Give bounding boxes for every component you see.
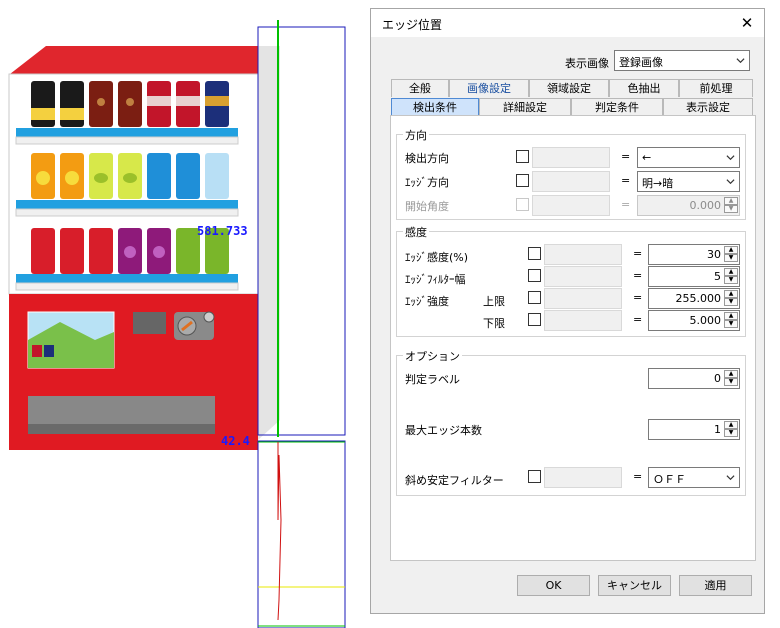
machine-roof <box>10 46 258 74</box>
start-angle-input[interactable]: 0.000 ▲ ▼ <box>637 195 740 216</box>
tab-image-settings[interactable]: 画像設定 <box>449 79 529 97</box>
edge-strength-label: ｴｯｼﾞ強度 <box>405 295 449 308</box>
tab-detail-settings[interactable]: 詳細設定 <box>479 98 571 116</box>
chevron-down-icon <box>726 155 735 161</box>
spinner[interactable]: ▲ ▼ <box>724 290 738 307</box>
edge-sensitivity-label: ｴｯｼﾞ感度(%) <box>405 251 469 264</box>
edge-filter-checkbox[interactable] <box>528 269 541 282</box>
edge-sensitivity-input[interactable]: 30 ▲ ▼ <box>648 244 740 265</box>
apply-button[interactable]: 適用 <box>679 575 752 596</box>
chevron-down-icon <box>736 58 745 64</box>
tab-preprocess[interactable]: 前処理 <box>679 79 753 97</box>
tab-detect-conditions[interactable]: 検出条件 <box>391 98 479 116</box>
max-edge-count-label: 最大エッジ本数 <box>405 424 482 437</box>
spinner[interactable]: ▲ ▼ <box>724 246 738 263</box>
spinner[interactable]: ▲ ▼ <box>724 370 738 387</box>
shelf-2 <box>16 200 238 209</box>
upper-limit-input[interactable]: 255.000 ▲ ▼ <box>648 288 740 309</box>
dialog-title: エッジ位置 <box>382 18 443 32</box>
options-group: オプション 判定ラベル 0 ▲ ▼ 最大エッジ本数 1 ▲ ▼ 斜め安定フィルター … <box>396 348 746 496</box>
oblique-filter-select[interactable]: ＯＦＦ <box>648 467 740 488</box>
machine-side-panel <box>258 46 280 440</box>
equals-sign: = <box>633 247 643 260</box>
equals-sign: = <box>633 291 643 304</box>
oblique-filter-checkbox[interactable] <box>528 470 541 483</box>
profile-graph <box>257 440 346 628</box>
ok-button[interactable]: OK <box>517 575 590 596</box>
lower-limit-var-field <box>544 310 622 331</box>
shelf-1-buttons <box>15 136 239 145</box>
spinner[interactable]: ▲ ▼ <box>724 312 738 329</box>
judge-label-label: 判定ラベル <box>405 373 460 386</box>
oblique-filter-var-field <box>544 467 622 488</box>
tab-display-settings[interactable]: 表示設定 <box>663 98 753 116</box>
detect-conditions-panel: 方向 検出方向 = ← ｴｯｼﾞ方向 = 明→暗 開始角度 = 0.000 ▲ … <box>390 115 756 561</box>
cancel-button[interactable]: キャンセル <box>598 575 671 596</box>
judge-label-input[interactable]: 0 ▲ ▼ <box>648 368 740 389</box>
equals-sign: = <box>621 174 631 187</box>
tab-region-settings[interactable]: 領域設定 <box>529 79 609 97</box>
spinner[interactable]: ▲ ▼ <box>724 268 738 285</box>
direction-group-title: 方向 <box>403 127 429 143</box>
detect-direction-var-field <box>532 147 610 168</box>
equals-sign: = <box>633 470 643 483</box>
oblique-filter-label: 斜め安定フィルター <box>405 474 504 487</box>
edge-sensitivity-checkbox[interactable] <box>528 247 541 260</box>
edge-filter-input[interactable]: 5 ▲ ▼ <box>648 266 740 287</box>
max-edge-count-input[interactable]: 1 ▲ ▼ <box>648 419 740 440</box>
equals-sign: = <box>621 198 631 211</box>
equals-sign: = <box>621 150 631 163</box>
sensitivity-group: 感度 ｴｯｼﾞ感度(%) = 30 ▲ ▼ ｴｯｼﾞﾌｨﾙﾀｰ幅 = 5 ▲ ▼ ｴ… <box>396 224 746 337</box>
coin-slot <box>133 312 166 334</box>
edge-sensitivity-var-field <box>544 244 622 265</box>
tab-color-extract[interactable]: 色抽出 <box>609 79 679 97</box>
upper-limit-label: 上限 <box>483 295 505 308</box>
chevron-down-icon <box>726 475 735 481</box>
title-bar: エッジ位置 ✕ <box>371 9 764 37</box>
spinner[interactable]: ▲ ▼ <box>724 197 738 214</box>
display-image-select[interactable]: 登録画像 <box>614 50 750 71</box>
upper-limit-checkbox[interactable] <box>528 291 541 304</box>
edge-direction-select[interactable]: 明→暗 <box>637 171 740 192</box>
edge-filter-var-field <box>544 266 622 287</box>
image-canvas: 581.733 42.4 <box>8 20 346 628</box>
close-button[interactable]: ✕ <box>736 13 758 33</box>
edge-direction-var-field <box>532 171 610 192</box>
tab-judge-conditions[interactable]: 判定条件 <box>571 98 663 116</box>
shelf-row-2 <box>31 153 229 199</box>
lower-limit-input[interactable]: 5.000 ▲ ▼ <box>648 310 740 331</box>
detect-direction-label: 検出方向 <box>405 152 449 165</box>
edge-filter-label: ｴｯｼﾞﾌｨﾙﾀｰ幅 <box>405 273 466 286</box>
sensitivity-group-title: 感度 <box>403 224 429 240</box>
shelf-row-1 <box>31 81 229 127</box>
detect-direction-select[interactable]: ← <box>637 147 740 168</box>
start-angle-var-field <box>532 195 610 216</box>
detect-direction-checkbox[interactable] <box>516 150 529 163</box>
shelf-3-buttons <box>15 282 239 291</box>
edge-position-dialog: エッジ位置 ✕ 表示画像 登録画像 全般 画像設定 領域設定 色抽出 前処理 検… <box>370 8 765 614</box>
start-angle-label: 開始角度 <box>405 200 449 213</box>
shelf-3 <box>16 274 238 283</box>
measure-label-top: 581.733 <box>197 224 248 238</box>
shelf-2-buttons <box>15 208 239 217</box>
spinner[interactable]: ▲ ▼ <box>724 421 738 438</box>
options-group-title: オプション <box>403 348 462 364</box>
display-image-label: 表示画像 <box>565 57 609 70</box>
lower-limit-checkbox[interactable] <box>528 313 541 326</box>
upper-limit-var-field <box>544 288 622 309</box>
equals-sign: = <box>633 313 643 326</box>
tab-general[interactable]: 全般 <box>391 79 449 97</box>
edge-direction-checkbox[interactable] <box>516 174 529 187</box>
equals-sign: = <box>633 269 643 282</box>
edge-direction-label: ｴｯｼﾞ方向 <box>405 176 449 189</box>
start-angle-checkbox[interactable] <box>516 198 529 211</box>
chevron-down-icon <box>726 179 735 185</box>
direction-group: 方向 検出方向 = ← ｴｯｼﾞ方向 = 明→暗 開始角度 = 0.000 ▲ … <box>396 127 746 220</box>
shelf-1 <box>16 128 238 137</box>
lower-limit-label: 下限 <box>483 317 505 330</box>
measure-label-bottom: 42.4 <box>221 434 250 448</box>
